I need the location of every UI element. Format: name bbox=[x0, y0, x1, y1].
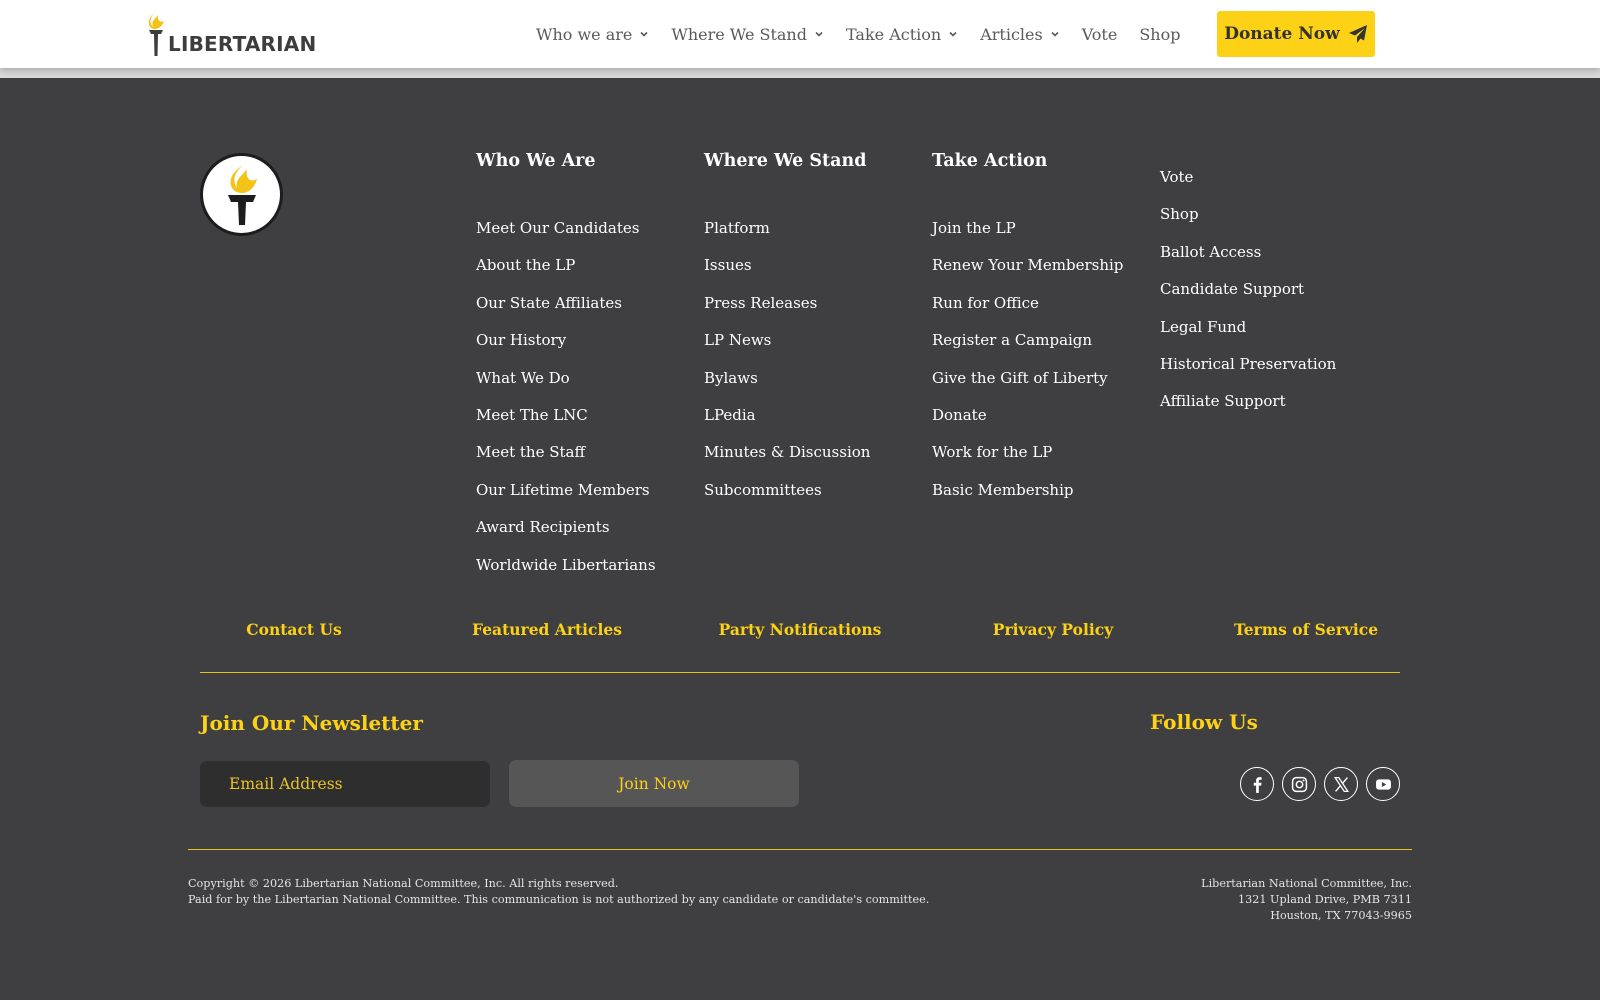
link-list: Meet Our Candidates About the LP Our Sta… bbox=[476, 210, 696, 584]
footer-link[interactable]: Give the Gift of Liberty bbox=[932, 360, 1152, 397]
nav-label: Where We Stand bbox=[671, 24, 807, 44]
paper-plane-icon bbox=[1348, 25, 1367, 43]
footer-link[interactable]: Meet The LNC bbox=[476, 397, 696, 434]
social-links bbox=[1240, 767, 1400, 801]
chevron-down-icon bbox=[1051, 31, 1059, 37]
nav-articles[interactable]: Articles bbox=[980, 25, 1060, 44]
instagram-icon bbox=[1291, 776, 1307, 792]
torch-logo-icon bbox=[148, 12, 164, 56]
footer-logo[interactable] bbox=[200, 153, 283, 236]
instagram-link[interactable] bbox=[1282, 767, 1316, 801]
footer-link[interactable]: Meet the Staff bbox=[476, 434, 696, 471]
x-twitter-icon bbox=[1333, 776, 1349, 792]
column-title: Where We Stand bbox=[704, 151, 867, 171]
footer-link[interactable]: Affiliate Support bbox=[1160, 383, 1380, 420]
terms-of-service-link[interactable]: Terms of Service bbox=[1234, 620, 1378, 639]
site-header: LIBERTARIAN Who we are Where We Stand Ta… bbox=[0, 0, 1600, 68]
column-title: Who We Are bbox=[476, 151, 596, 171]
contact-us-link[interactable]: Contact Us bbox=[246, 620, 341, 639]
site-logo[interactable]: LIBERTARIAN bbox=[146, 10, 316, 60]
donate-label: Donate Now bbox=[1224, 24, 1340, 44]
chevron-down-icon bbox=[640, 31, 648, 37]
nav-label: Shop bbox=[1139, 24, 1181, 44]
footer-link[interactable]: About the LP bbox=[476, 247, 696, 284]
link-list: Platform Issues Press Releases LP News B… bbox=[704, 210, 924, 509]
footer-link[interactable]: Run for Office bbox=[932, 285, 1152, 322]
mailing-address: Libertarian National Committee, Inc. 132… bbox=[1201, 876, 1412, 924]
nav-vote[interactable]: Vote bbox=[1082, 25, 1118, 44]
footer-link[interactable]: Our History bbox=[476, 322, 696, 359]
featured-articles-link[interactable]: Featured Articles bbox=[472, 620, 622, 639]
footer-link[interactable]: Issues bbox=[704, 247, 924, 284]
footer-link[interactable]: Basic Membership bbox=[932, 472, 1152, 509]
footer-link[interactable]: Shop bbox=[1160, 196, 1380, 233]
footer-link[interactable]: Platform bbox=[704, 210, 924, 247]
footer-column-who-we-are: Who We Are Meet Our Candidates About the… bbox=[476, 150, 696, 584]
address-line: 1321 Upland Drive, PMB 7311 bbox=[1238, 893, 1412, 906]
footer-link[interactable]: Renew Your Membership bbox=[932, 247, 1152, 284]
nav-who-we-are[interactable]: Who we are bbox=[536, 25, 649, 44]
nav-take-action[interactable]: Take Action bbox=[846, 25, 958, 44]
footer-bottom-links: Contact Us Featured Articles Party Notif… bbox=[200, 620, 1400, 650]
youtube-link[interactable] bbox=[1366, 767, 1400, 801]
footer-link[interactable]: Vote bbox=[1160, 159, 1380, 196]
paid-for-disclaimer: Paid for by the Libertarian National Com… bbox=[188, 893, 930, 906]
footer-link[interactable]: Legal Fund bbox=[1160, 309, 1380, 346]
footer-link[interactable]: Worldwide Libertarians bbox=[476, 547, 696, 584]
footer-link[interactable]: Register a Campaign bbox=[932, 322, 1152, 359]
footer-link[interactable]: Our Lifetime Members bbox=[476, 472, 696, 509]
link-list: Vote Shop Ballot Access Candidate Suppor… bbox=[1160, 159, 1380, 421]
follow-us-title: Follow Us bbox=[1150, 710, 1258, 734]
nav-label: Who we are bbox=[536, 24, 633, 44]
nav-label: Articles bbox=[980, 24, 1043, 44]
facebook-icon bbox=[1253, 776, 1262, 793]
nav-shop[interactable]: Shop bbox=[1139, 25, 1180, 44]
footer-link[interactable]: Subcommittees bbox=[704, 472, 924, 509]
brand-name: LIBERTARIAN bbox=[168, 32, 317, 56]
party-notifications-link[interactable]: Party Notifications bbox=[719, 620, 882, 639]
footer-link[interactable]: Meet Our Candidates bbox=[476, 210, 696, 247]
newsletter-title: Join Our Newsletter bbox=[200, 711, 423, 735]
link-list: Join the LP Renew Your Membership Run fo… bbox=[932, 210, 1152, 509]
nav-label: Vote bbox=[1081, 24, 1118, 44]
footer-link[interactable]: Bylaws bbox=[704, 360, 924, 397]
chevron-down-icon bbox=[815, 31, 823, 37]
header-divider bbox=[0, 68, 1600, 78]
footer-link[interactable]: Minutes & Discussion bbox=[704, 434, 924, 471]
footer-column-where-we-stand: Where We Stand Platform Issues Press Rel… bbox=[704, 150, 924, 509]
torch-logo-icon bbox=[227, 164, 257, 225]
divider bbox=[200, 672, 1400, 673]
chevron-down-icon bbox=[949, 31, 957, 37]
footer-link[interactable]: Candidate Support bbox=[1160, 271, 1380, 308]
join-now-button[interactable]: Join Now bbox=[509, 760, 799, 807]
footer-column-more: Vote Shop Ballot Access Candidate Suppor… bbox=[1160, 159, 1380, 421]
address-line: Houston, TX 77043-9965 bbox=[1270, 909, 1412, 922]
footer-link[interactable]: Press Releases bbox=[704, 285, 924, 322]
footer-link[interactable]: What We Do bbox=[476, 360, 696, 397]
x-twitter-link[interactable] bbox=[1324, 767, 1358, 801]
donate-now-button[interactable]: Donate Now bbox=[1217, 11, 1375, 57]
footer-link[interactable]: Ballot Access bbox=[1160, 234, 1380, 271]
column-title: Take Action bbox=[932, 151, 1048, 171]
nav-label: Take Action bbox=[845, 24, 942, 44]
footer-link[interactable]: Donate bbox=[932, 397, 1152, 434]
nav-where-we-stand[interactable]: Where We Stand bbox=[671, 25, 824, 44]
email-field[interactable] bbox=[200, 761, 490, 807]
footer-link[interactable]: LPedia bbox=[704, 397, 924, 434]
privacy-policy-link[interactable]: Privacy Policy bbox=[993, 620, 1113, 639]
org-name: Libertarian National Committee, Inc. bbox=[1201, 877, 1412, 890]
footer-link[interactable]: Historical Preservation bbox=[1160, 346, 1380, 383]
divider bbox=[188, 849, 1412, 850]
footer-link[interactable]: Work for the LP bbox=[932, 434, 1152, 471]
footer-column-take-action: Take Action Join the LP Renew Your Membe… bbox=[932, 150, 1152, 509]
footer-link[interactable]: LP News bbox=[704, 322, 924, 359]
youtube-icon bbox=[1375, 778, 1391, 790]
main-nav: Who we are Where We Stand Take Action Ar… bbox=[536, 0, 1180, 68]
footer-link[interactable]: Our State Affiliates bbox=[476, 285, 696, 322]
legal-notice: Copyright © 2026 Libertarian National Co… bbox=[188, 876, 929, 908]
facebook-link[interactable] bbox=[1240, 767, 1274, 801]
footer-link[interactable]: Award Recipients bbox=[476, 509, 696, 546]
footer-link[interactable]: Join the LP bbox=[932, 210, 1152, 247]
copyright-text: Copyright © 2026 Libertarian National Co… bbox=[188, 877, 619, 890]
